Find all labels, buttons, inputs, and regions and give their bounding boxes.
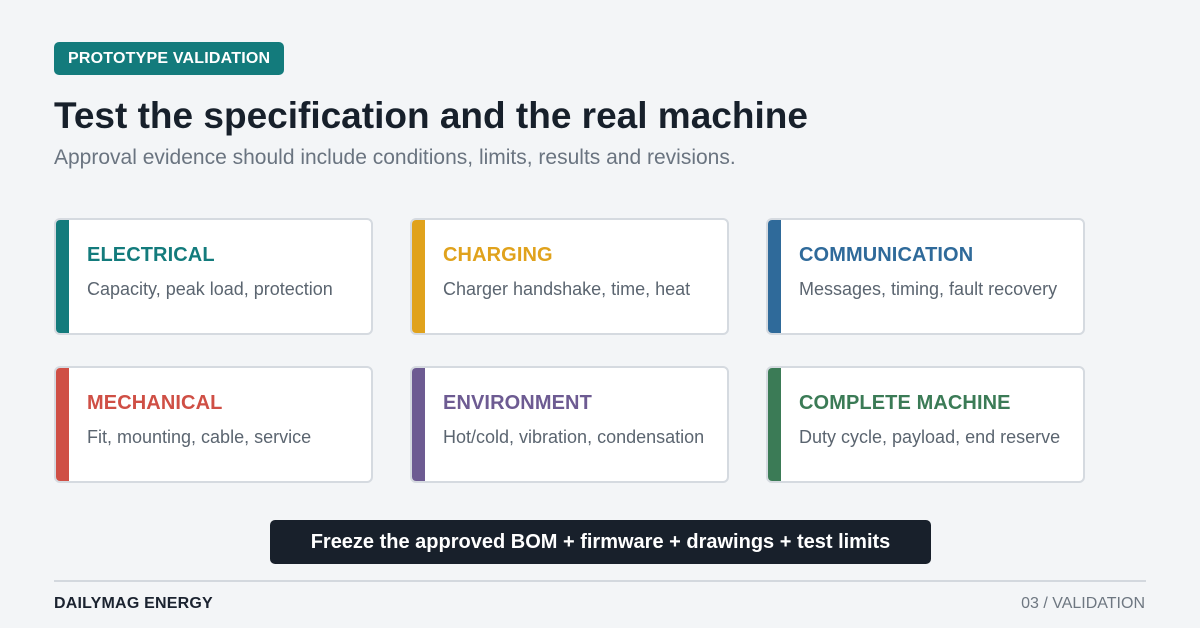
- brand-name: DAILYMAG ENERGY: [54, 595, 213, 612]
- card-complete-machine: COMPLETE MACHINE Duty cycle, payload, en…: [766, 366, 1085, 483]
- card-electrical: ELECTRICAL Capacity, peak load, protecti…: [54, 218, 373, 335]
- card-communication: COMMUNICATION Messages, timing, fault re…: [766, 218, 1085, 335]
- card-title: CHARGING: [443, 244, 553, 266]
- page-indicator: 03 / VALIDATION: [1021, 595, 1145, 612]
- card-environment: ENVIRONMENT Hot/cold, vibration, condens…: [410, 366, 729, 483]
- card-accent-bar: [56, 368, 69, 481]
- card-title: COMMUNICATION: [799, 244, 974, 266]
- card-title: ELECTRICAL: [87, 244, 215, 266]
- card-accent-bar: [412, 368, 425, 481]
- card-description: Capacity, peak load, protection: [87, 279, 333, 299]
- footer-divider: [54, 580, 1146, 582]
- card-accent-bar: [768, 368, 781, 481]
- page-title: Test the specification and the real mach…: [54, 95, 808, 136]
- card-title: MECHANICAL: [87, 392, 223, 414]
- card-accent-bar: [412, 220, 425, 333]
- card-mechanical: MECHANICAL Fit, mounting, cable, service: [54, 366, 373, 483]
- test-category-grid: ELECTRICAL Capacity, peak load, protecti…: [54, 218, 1085, 483]
- card-description: Charger handshake, time, heat: [443, 279, 691, 299]
- card-description: Fit, mounting, cable, service: [87, 427, 312, 447]
- card-accent-bar: [768, 220, 781, 333]
- section-badge: PROTOTYPE VALIDATION: [54, 42, 285, 75]
- card-description: Hot/cold, vibration, condensation: [443, 427, 705, 447]
- card-title: COMPLETE MACHINE: [799, 392, 1011, 414]
- page-subtitle: Approval evidence should include conditi…: [54, 146, 736, 169]
- card-charging: CHARGING Charger handshake, time, heat: [410, 218, 729, 335]
- card-title: ENVIRONMENT: [443, 392, 592, 414]
- card-description: Messages, timing, fault recovery: [799, 279, 1058, 299]
- card-description: Duty cycle, payload, end reserve: [799, 427, 1061, 447]
- card-accent-bar: [56, 220, 69, 333]
- freeze-callout: Freeze the approved BOM + firmware + dra…: [270, 520, 931, 564]
